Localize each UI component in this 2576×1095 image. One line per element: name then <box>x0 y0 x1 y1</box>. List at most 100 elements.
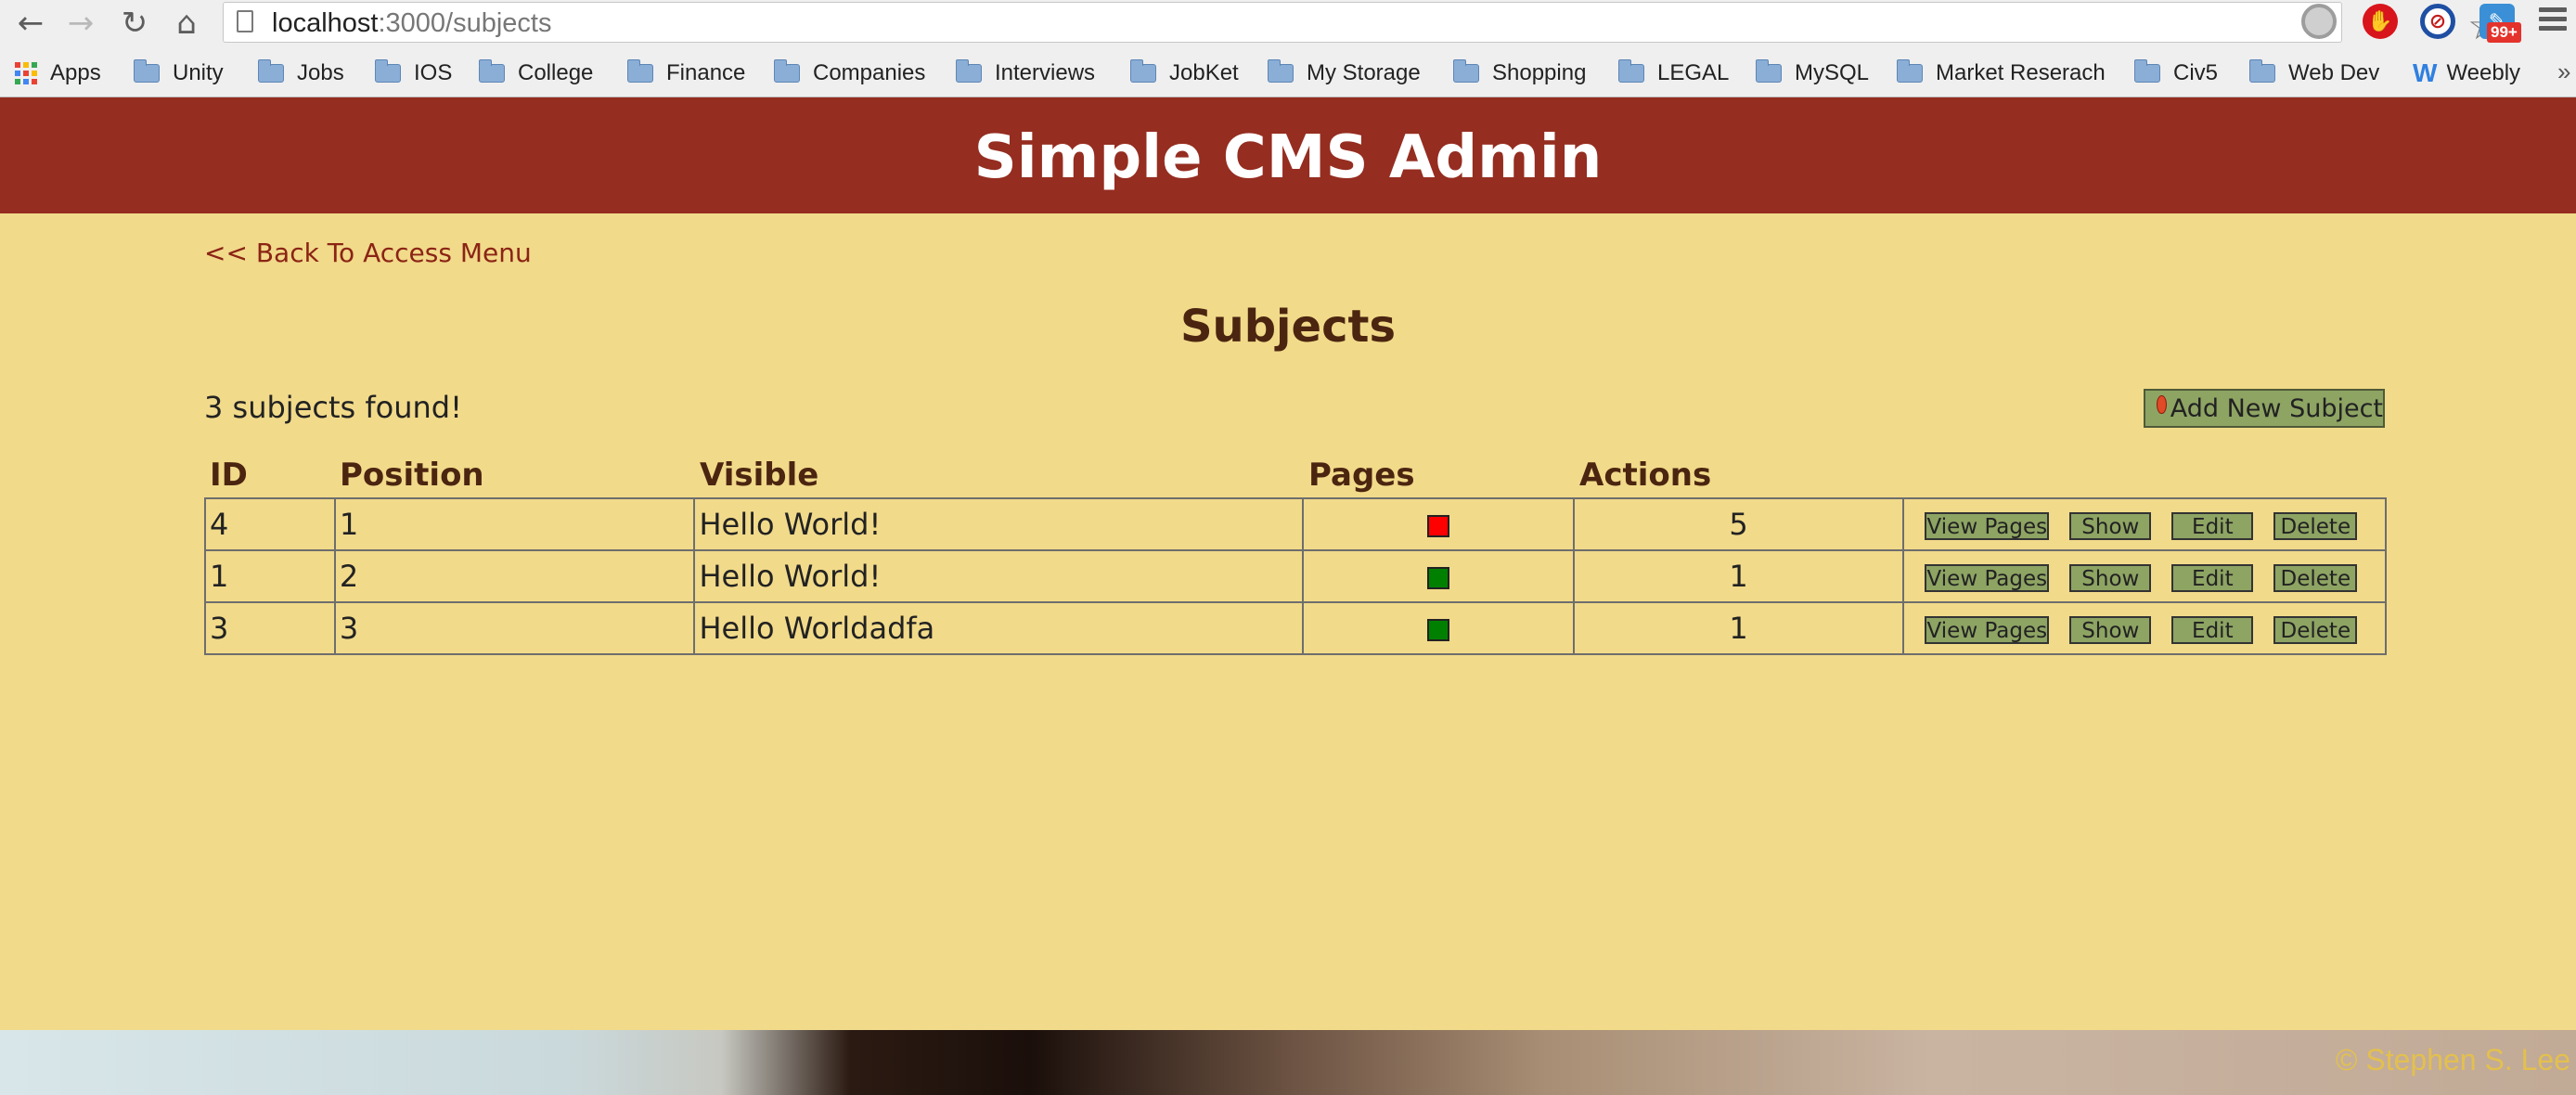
bookmark-label: Companies <box>813 60 926 85</box>
edit-button[interactable]: Edit <box>2171 564 2254 592</box>
visibility-indicator <box>1426 619 1449 641</box>
copyright-text: © Stephen S. Lee <box>2335 1043 2570 1076</box>
home-icon[interactable]: ⌂ <box>167 4 206 43</box>
column-header-position: Position <box>340 457 484 494</box>
cell-pages-count: 1 <box>1572 601 1905 655</box>
back-arrow-icon[interactable]: ← <box>11 4 50 43</box>
apps-grid-icon <box>15 62 37 84</box>
subjects-count: 3 subjects found! <box>204 390 462 425</box>
bookmarks-overflow-icon[interactable]: » <box>2557 58 2570 86</box>
bookmark-label: MySQL <box>1795 60 1870 85</box>
bookmark-label: Shopping <box>1492 60 1587 85</box>
bookmark-folder[interactable]: Web Dev <box>2249 58 2379 89</box>
bookmark-label: Unity <box>173 60 224 85</box>
bookmark-folder[interactable]: Companies <box>774 58 925 89</box>
bookmark-folder[interactable]: JobKet <box>1130 58 1239 89</box>
bookmark-label: Apps <box>50 60 101 85</box>
folder-icon <box>627 59 653 83</box>
bookmark-folder[interactable]: MySQL <box>1756 58 1869 89</box>
cell-position: 2 <box>333 549 696 603</box>
cell-actions: View Pages Show Edit Delete <box>1902 549 2387 603</box>
folder-icon <box>2134 59 2160 83</box>
folder-icon <box>1897 59 1923 83</box>
bookmark-folder[interactable]: College <box>479 58 593 89</box>
cell-actions: View Pages Show Edit Delete <box>1902 497 2387 551</box>
cell-actions: View Pages Show Edit Delete <box>1902 601 2387 655</box>
bookmark-folder[interactable]: LEGAL <box>1618 58 1729 89</box>
weebly-icon: W <box>2413 58 2438 87</box>
bookmark-label: JobKet <box>1169 60 1239 85</box>
bookmark-folder[interactable]: My Storage <box>1268 58 1421 89</box>
bookmark-folder[interactable]: IOS <box>375 58 452 89</box>
folder-icon <box>1618 59 1644 83</box>
bookmark-folder[interactable]: Interviews <box>956 58 1095 89</box>
folder-icon <box>774 59 800 83</box>
add-new-subject-label: Add New Subject <box>2170 393 2383 423</box>
bookmarks-bar: Apps Unity Jobs IOS College Finance Comp… <box>0 52 2576 95</box>
folder-icon <box>258 59 284 83</box>
view-pages-button[interactable]: View Pages <box>1925 616 2050 644</box>
cell-pages-count: 5 <box>1572 497 1905 551</box>
add-icon <box>2157 395 2167 414</box>
table-row: 3 3 Hello Worldadfa 1 View Pages Show Edit… <box>204 601 2387 655</box>
view-pages-button[interactable]: View Pages <box>1925 564 2050 592</box>
bookmark-label: Weebly <box>2446 60 2521 85</box>
column-header-pages: Pages <box>1308 457 1415 494</box>
site-title: Simple CMS Admin <box>973 123 1603 192</box>
cell-position: 1 <box>333 497 696 551</box>
cell-position: 3 <box>333 601 696 655</box>
cell-visible <box>1301 497 1575 551</box>
folder-icon <box>956 59 982 83</box>
cell-pages-count: 1 <box>1572 549 1905 603</box>
table-row: 4 1 Hello World! 5 View Pages Show Edit Del… <box>204 497 2387 551</box>
delete-button[interactable]: Delete <box>2273 616 2358 644</box>
delete-button[interactable]: Delete <box>2273 512 2358 540</box>
cell-id: 1 <box>204 549 336 603</box>
bookmark-label: LEGAL <box>1657 60 1730 85</box>
cell-id: 3 <box>204 601 336 655</box>
forward-arrow-icon[interactable]: → <box>61 4 100 43</box>
extension-circle-icon[interactable] <box>2301 4 2337 39</box>
folder-icon <box>1756 59 1782 83</box>
block-sign-icon[interactable]: ⊘ <box>2420 4 2455 39</box>
show-button[interactable]: Show <box>2069 564 2152 592</box>
delete-button[interactable]: Delete <box>2273 564 2358 592</box>
column-header-actions: Actions <box>1579 457 1712 494</box>
visibility-indicator <box>1426 515 1449 537</box>
show-button[interactable]: Show <box>2069 512 2152 540</box>
browser-toolbar: ← → ↻ ⌂ localhost:3000/subjects ⊕ ☆ ✋ ⊘ … <box>0 0 2576 48</box>
edit-button[interactable]: Edit <box>2171 512 2254 540</box>
show-button[interactable]: Show <box>2069 616 2152 644</box>
url-text: localhost:3000/subjects <box>272 8 552 38</box>
add-new-subject-button[interactable]: Add New Subject <box>2144 389 2385 428</box>
bookmark-label: Jobs <box>297 60 344 85</box>
folder-icon <box>134 59 160 83</box>
column-header-id: ID <box>210 457 248 494</box>
bookmark-folder[interactable]: Jobs <box>258 58 344 89</box>
bookmark-label: Finance <box>666 60 746 85</box>
bookmark-folder[interactable]: Shopping <box>1453 58 1586 89</box>
bookmark-folder[interactable]: Finance <box>627 58 745 89</box>
column-header-visible: Visible <box>700 457 819 494</box>
back-to-access-menu-link[interactable]: << Back To Access Menu <box>204 238 532 268</box>
bookmark-folder[interactable]: Unity <box>134 58 224 89</box>
bookmark-weebly[interactable]: W Weebly <box>2413 58 2520 89</box>
extension-badge: 99+ <box>2487 22 2521 43</box>
cell-visible <box>1301 549 1575 603</box>
bookmark-folder[interactable]: Market Reserach <box>1897 58 2106 89</box>
folder-icon <box>2249 59 2275 83</box>
browser-menu-icon[interactable] <box>2539 7 2567 35</box>
bookmark-label: Web Dev <box>2288 60 2380 85</box>
edit-button[interactable]: Edit <box>2171 616 2254 644</box>
reload-icon[interactable]: ↻ <box>115 4 154 43</box>
address-bar[interactable]: localhost:3000/subjects ⊕ ☆ <box>223 2 2503 48</box>
page-icon <box>237 10 253 32</box>
subjects-table: 4 1 Hello World! 5 View Pages Show Edit Del… <box>204 497 2387 655</box>
bookmark-folder[interactable]: Civ5 <box>2134 58 2218 89</box>
adblock-hand-icon[interactable]: ✋ <box>2363 4 2398 39</box>
view-pages-button[interactable]: View Pages <box>1925 512 2050 540</box>
folder-icon <box>375 59 401 83</box>
folder-icon <box>1268 59 1294 83</box>
folder-icon <box>479 59 505 83</box>
bookmark-apps[interactable]: Apps <box>15 58 101 89</box>
